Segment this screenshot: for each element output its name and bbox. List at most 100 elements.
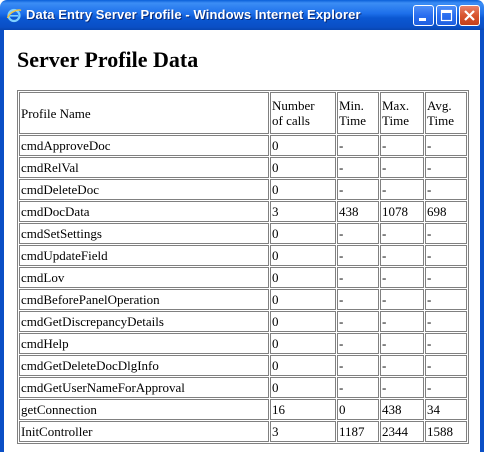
table-row: InitController 3 1187 2344 1588 — [19, 421, 467, 442]
cell-max-time: - — [380, 333, 424, 354]
table-row: cmdGetDeleteDocDlgInfo 0 - - - — [19, 355, 467, 376]
cell-calls: 0 — [270, 223, 336, 244]
cell-profile-name: cmdGetDeleteDocDlgInfo — [19, 355, 269, 376]
cell-calls: 0 — [270, 311, 336, 332]
cell-profile-name: cmdSetSettings — [19, 223, 269, 244]
cell-max-time: - — [380, 377, 424, 398]
title-bar[interactable]: Data Entry Server Profile - Windows Inte… — [0, 0, 484, 30]
cell-profile-name: cmdLov — [19, 267, 269, 288]
cell-min-time: 438 — [337, 201, 379, 222]
cell-min-time: 0 — [337, 399, 379, 420]
cell-min-time: - — [337, 179, 379, 200]
header-avg-line1: Avg. — [427, 98, 452, 113]
table-row: cmdSetSettings 0 - - - — [19, 223, 467, 244]
close-icon — [464, 10, 475, 21]
minimize-button[interactable] — [413, 5, 434, 26]
minimize-icon — [419, 18, 426, 21]
cell-min-time: - — [337, 223, 379, 244]
cell-min-time: - — [337, 289, 379, 310]
cell-min-time: - — [337, 355, 379, 376]
cell-profile-name: cmdGetUserNameForApproval — [19, 377, 269, 398]
table-row: cmdDeleteDoc 0 - - - — [19, 179, 467, 200]
cell-calls: 0 — [270, 179, 336, 200]
table-row: cmdGetDiscrepancyDetails 0 - - - — [19, 311, 467, 332]
server-profile-table: Profile Name Number of calls Min. Time M… — [17, 90, 469, 444]
table-header-row: Profile Name Number of calls Min. Time M… — [19, 92, 467, 134]
maximize-button[interactable] — [436, 5, 457, 26]
cell-profile-name: cmdDeleteDoc — [19, 179, 269, 200]
maximize-icon — [440, 9, 453, 22]
cell-calls: 0 — [270, 377, 336, 398]
cell-max-time: 1078 — [380, 201, 424, 222]
cell-max-time: - — [380, 135, 424, 156]
table-row: cmdGetUserNameForApproval 0 - - - — [19, 377, 467, 398]
cell-profile-name: cmdRelVal — [19, 157, 269, 178]
cell-calls: 0 — [270, 245, 336, 266]
table-row: cmdHelp 0 - - - — [19, 333, 467, 354]
cell-avg-time: - — [425, 179, 467, 200]
cell-avg-time: - — [425, 245, 467, 266]
cell-avg-time: - — [425, 223, 467, 244]
close-button[interactable] — [459, 5, 480, 26]
table-row: cmdApproveDoc 0 - - - — [19, 135, 467, 156]
table-row: cmdDocData 3 438 1078 698 — [19, 201, 467, 222]
header-max-line2: Time — [382, 113, 409, 128]
cell-max-time: - — [380, 157, 424, 178]
window-frame-right — [480, 30, 484, 452]
header-min-time: Min. Time — [337, 92, 379, 134]
cell-avg-time: - — [425, 355, 467, 376]
header-max-time: Max. Time — [380, 92, 424, 134]
table-row: cmdUpdateField 0 - - - — [19, 245, 467, 266]
cell-max-time: 2344 — [380, 421, 424, 442]
cell-min-time: - — [337, 157, 379, 178]
cell-calls: 16 — [270, 399, 336, 420]
cell-profile-name: cmdBeforePanelOperation — [19, 289, 269, 310]
cell-calls: 3 — [270, 201, 336, 222]
cell-max-time: - — [380, 311, 424, 332]
header-max-line1: Max. — [382, 98, 410, 113]
cell-calls: 0 — [270, 267, 336, 288]
table-row: cmdRelVal 0 - - - — [19, 157, 467, 178]
header-number-of-calls: Number of calls — [270, 92, 336, 134]
cell-max-time: - — [380, 245, 424, 266]
header-min-line2: Time — [339, 113, 366, 128]
cell-min-time: - — [337, 245, 379, 266]
page-title: Server Profile Data — [17, 47, 199, 72]
cell-min-time: - — [337, 311, 379, 332]
cell-profile-name: cmdHelp — [19, 333, 269, 354]
ie-icon — [6, 8, 22, 23]
cell-profile-name: cmdUpdateField — [19, 245, 269, 266]
header-avg-time: Avg. Time — [425, 92, 467, 134]
cell-min-time: - — [337, 333, 379, 354]
cell-max-time: 438 — [380, 399, 424, 420]
cell-max-time: - — [380, 267, 424, 288]
cell-min-time: - — [337, 377, 379, 398]
table-row: cmdLov 0 - - - — [19, 267, 467, 288]
cell-avg-time: - — [425, 311, 467, 332]
cell-avg-time: 34 — [425, 399, 467, 420]
cell-max-time: - — [380, 355, 424, 376]
cell-avg-time: - — [425, 135, 467, 156]
page-content: Server Profile Data Profile Name Number … — [4, 30, 480, 452]
cell-profile-name: getConnection — [19, 399, 269, 420]
header-avg-line2: Time — [427, 113, 454, 128]
cell-avg-time: - — [425, 333, 467, 354]
cell-calls: 0 — [270, 135, 336, 156]
cell-calls: 3 — [270, 421, 336, 442]
cell-avg-time: - — [425, 377, 467, 398]
window-title: Data Entry Server Profile - Windows Inte… — [26, 7, 361, 22]
header-calls-line1: Number — [272, 98, 315, 113]
header-calls-line2: of calls — [272, 113, 310, 128]
cell-min-time: 1187 — [337, 421, 379, 442]
cell-avg-time: - — [425, 289, 467, 310]
cell-profile-name: cmdApproveDoc — [19, 135, 269, 156]
cell-min-time: - — [337, 135, 379, 156]
cell-calls: 0 — [270, 355, 336, 376]
cell-max-time: - — [380, 289, 424, 310]
cell-profile-name: InitController — [19, 421, 269, 442]
header-min-line1: Min. — [339, 98, 364, 113]
cell-max-time: - — [380, 223, 424, 244]
cell-avg-time: - — [425, 267, 467, 288]
browser-window: Data Entry Server Profile - Windows Inte… — [0, 0, 484, 452]
cell-calls: 0 — [270, 333, 336, 354]
